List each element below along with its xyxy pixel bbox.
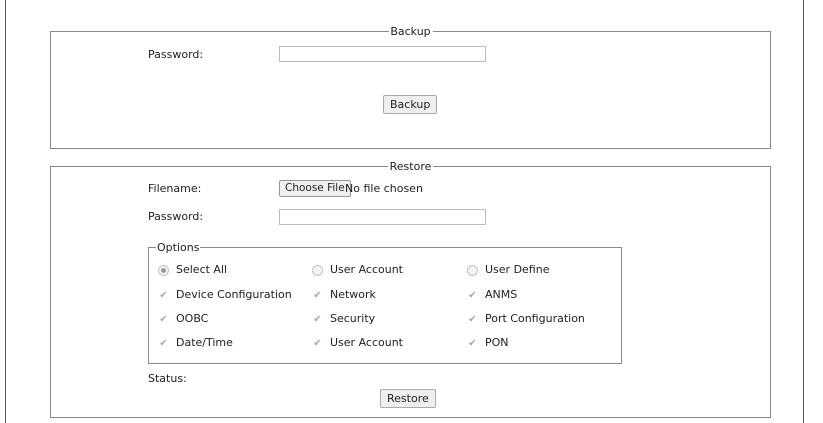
checkmark-icon: ✔: [159, 337, 168, 349]
checkbox-security[interactable]: ✔ Security: [312, 312, 375, 326]
checkbox-device-configuration[interactable]: ✔ Device Configuration: [158, 288, 292, 302]
checkmark-icon: ✔: [159, 313, 168, 325]
radio-user-account-icon: [312, 264, 323, 276]
radio-user-define-icon: [467, 264, 478, 276]
checkmark-icon: ✔: [468, 337, 477, 349]
checkmark-icon: ✔: [468, 289, 477, 301]
backup-section: Backup Password: Backup: [50, 25, 771, 149]
checkbox-user-account[interactable]: ✔ User Account: [312, 336, 403, 350]
status-label: Status:: [148, 372, 187, 385]
backup-legend: Backup: [388, 25, 433, 38]
radio-select-all[interactable]: Select All: [158, 263, 227, 277]
radio-user-account[interactable]: User Account: [312, 263, 403, 277]
checkbox-port-configuration-label: Port Configuration: [485, 312, 585, 325]
restore-button[interactable]: Restore: [380, 389, 436, 408]
radio-user-define-label: User Define: [485, 263, 550, 276]
checkbox-anms[interactable]: ✔ ANMS: [467, 288, 517, 302]
backup-password-input[interactable]: [279, 46, 486, 62]
checkmark-icon: ✔: [313, 337, 322, 349]
checkmark-icon: ✔: [313, 289, 322, 301]
checkbox-security-label: Security: [330, 312, 376, 325]
checkbox-pon[interactable]: ✔ PON: [467, 336, 509, 350]
filename-label: Filename:: [148, 182, 202, 195]
checkbox-port-configuration[interactable]: ✔ Port Configuration: [467, 312, 585, 326]
checkbox-oobc-label: OOBC: [176, 312, 209, 325]
restore-section: Restore Filename: Choose File No file ch…: [50, 160, 771, 418]
checkbox-network-label: Network: [330, 288, 376, 301]
checkbox-user-account-label: User Account: [330, 336, 403, 349]
checkbox-oobc[interactable]: ✔ OOBC: [158, 312, 208, 326]
backup-password-label: Password:: [148, 48, 204, 61]
restore-password-label: Password:: [148, 210, 204, 223]
checkbox-date-time-label: Date/Time: [176, 336, 233, 349]
checkmark-icon: ✔: [159, 289, 168, 301]
choose-file-button[interactable]: Choose File: [279, 180, 351, 197]
file-status-text: No file chosen: [345, 182, 423, 195]
checkbox-pon-label: PON: [485, 336, 509, 349]
checkmark-icon: ✔: [468, 313, 477, 325]
radio-user-account-label: User Account: [330, 263, 403, 276]
restore-legend: Restore: [387, 160, 434, 173]
restore-password-input[interactable]: [279, 209, 486, 225]
radio-select-all-icon: [158, 264, 169, 276]
radio-user-define[interactable]: User Define: [467, 263, 549, 277]
checkmark-icon: ✔: [313, 313, 322, 325]
backup-button[interactable]: Backup: [383, 95, 438, 114]
checkbox-device-configuration-label: Device Configuration: [176, 288, 292, 301]
options-legend: Options: [156, 241, 201, 254]
checkbox-anms-label: ANMS: [485, 288, 518, 301]
checkbox-date-time[interactable]: ✔ Date/Time: [158, 336, 233, 350]
radio-select-all-label: Select All: [176, 263, 228, 276]
checkbox-network[interactable]: ✔ Network: [312, 288, 376, 302]
options-group: Options Select All User Account User Def…: [148, 241, 622, 364]
